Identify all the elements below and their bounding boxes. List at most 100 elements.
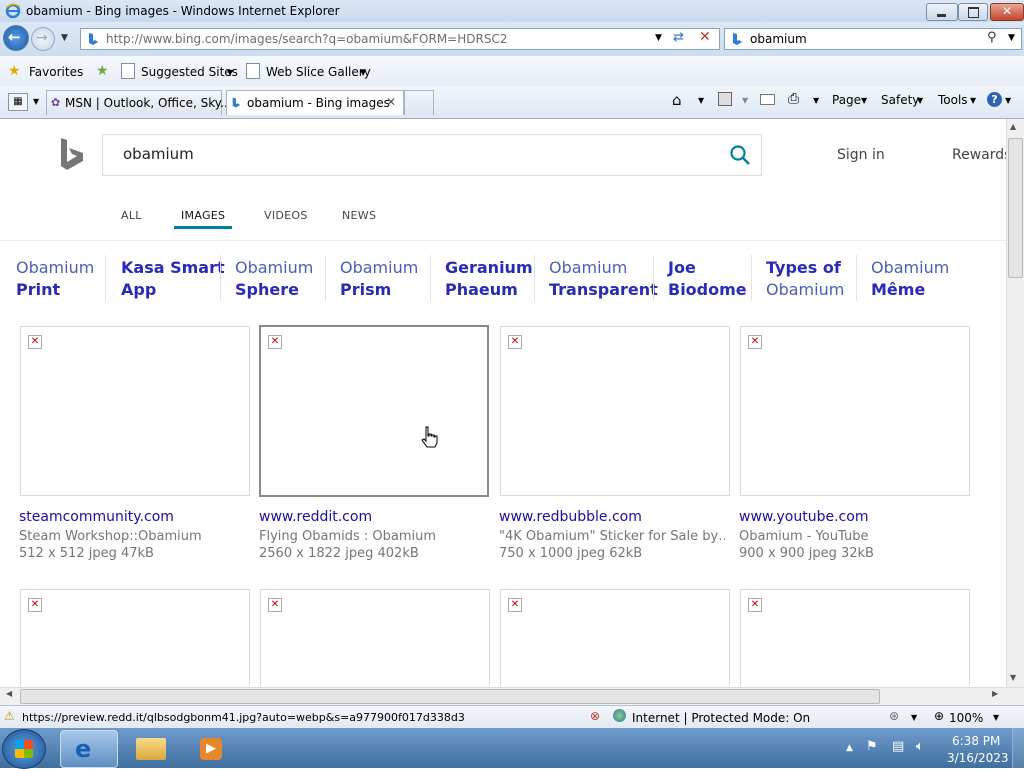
related-search-item[interactable]: Obamium Prism <box>340 257 418 301</box>
ie-logo-icon <box>5 3 21 19</box>
bing-search-box[interactable]: obamium <box>102 134 762 176</box>
nav-images[interactable]: IMAGES <box>181 209 225 222</box>
print-icon[interactable]: ⎙ <box>788 91 799 107</box>
result-title[interactable]: Flying Obamids : Obamium <box>259 529 489 544</box>
zoom-level-dropdown-icon[interactable]: ▼ <box>993 713 999 722</box>
related-search-item[interactable]: Obamium Sphere <box>235 257 313 301</box>
scroll-up-icon[interactable]: ▲ <box>1010 122 1016 131</box>
start-button[interactable] <box>2 729 46 769</box>
back-button[interactable]: ← <box>3 25 29 51</box>
close-button[interactable]: ✕ <box>990 3 1024 21</box>
volume-icon[interactable]: 🔈︎ <box>916 739 924 754</box>
refresh-icon[interactable]: ⇄ <box>673 30 684 45</box>
result-site[interactable]: www.reddit.com <box>259 509 372 525</box>
horizontal-scroll-thumb[interactable] <box>20 689 880 704</box>
taskbar-media-player-button[interactable]: ▶ <box>184 730 240 766</box>
search-box[interactable]: obamium ⚲ ▼ <box>724 28 1022 50</box>
tab-msn[interactable]: ✿ MSN | Outlook, Office, Sky... <box>46 90 232 115</box>
address-bar[interactable]: http://www.bing.com/images/search?q=obam… <box>80 28 720 50</box>
zoom-level[interactable]: 100% <box>949 711 983 725</box>
web-slice-dropdown-icon[interactable]: ▼ <box>360 68 366 77</box>
recent-pages-dropdown-icon[interactable]: ▼ <box>61 33 68 43</box>
page-menu[interactable]: Page <box>832 93 861 107</box>
taskbar-explorer-button[interactable] <box>124 730 180 766</box>
scroll-left-icon[interactable]: ◀ <box>6 689 12 698</box>
favorites-button[interactable]: Favorites <box>29 65 83 79</box>
related-search-item[interactable]: Joe Biodome <box>668 257 747 301</box>
image-thumbnail[interactable]: ✕ <box>259 325 489 497</box>
safety-dropdown-icon[interactable]: ▼ <box>917 96 923 105</box>
related-line-1: Geranium <box>445 258 533 277</box>
action-center-flag-icon[interactable]: ⚑ <box>866 739 878 754</box>
maximize-button[interactable] <box>958 3 988 21</box>
quick-tabs-icon[interactable]: ▦ <box>8 93 28 111</box>
tab-list-dropdown-icon[interactable]: ▼ <box>33 97 39 106</box>
related-search-item[interactable]: Kasa Smart App <box>121 257 225 301</box>
search-icon[interactable] <box>729 144 751 166</box>
image-thumbnail[interactable]: ✕ <box>740 326 970 496</box>
feeds-icon[interactable] <box>718 92 732 106</box>
home-dropdown-icon[interactable]: ▼ <box>698 96 704 105</box>
image-thumbnail[interactable]: ✕ <box>260 589 490 686</box>
zoom-dropdown-icon[interactable]: ▼ <box>911 713 917 722</box>
safety-menu[interactable]: Safety <box>881 93 919 107</box>
related-search-item[interactable]: Geranium Phaeum <box>445 257 533 301</box>
home-icon[interactable]: ⌂ <box>672 91 682 109</box>
image-thumbnail[interactable]: ✕ <box>500 326 730 496</box>
result-site[interactable]: www.youtube.com <box>739 509 868 525</box>
network-icon[interactable]: ▤ <box>892 739 904 754</box>
rewards-link[interactable]: Rewards <box>952 147 1011 163</box>
page-dropdown-icon[interactable]: ▼ <box>861 96 867 105</box>
search-options-dropdown-icon[interactable]: ▼ <box>1008 33 1015 43</box>
protected-mode-icon[interactable]: ⊛ <box>889 709 899 723</box>
taskbar-ie-button[interactable]: e <box>60 730 118 768</box>
related-line-1: Obamium <box>235 258 314 277</box>
close-tab-icon[interactable]: ✕ <box>386 95 396 109</box>
new-tab-button[interactable] <box>404 90 434 115</box>
tab-bing-images[interactable]: obamium - Bing images ✕ <box>226 90 404 115</box>
minimize-button[interactable] <box>926 3 958 21</box>
stop-icon[interactable]: ✕ <box>699 29 711 45</box>
related-search-item[interactable]: Obamium Même <box>871 257 949 301</box>
image-thumbnail[interactable]: ✕ <box>20 589 250 686</box>
related-search-item[interactable]: Obamium Print <box>16 257 94 301</box>
result-site[interactable]: www.redbubble.com <box>499 509 642 525</box>
tools-dropdown-icon[interactable]: ▼ <box>970 96 976 105</box>
related-line-1: Types of <box>766 258 841 277</box>
feeds-dropdown-icon[interactable]: ▼ <box>742 96 748 105</box>
image-thumbnail[interactable]: ✕ <box>500 589 730 686</box>
result-site[interactable]: steamcommunity.com <box>19 509 174 525</box>
scroll-right-icon[interactable]: ▶ <box>992 689 998 698</box>
add-favorites-icon[interactable]: ★ <box>96 63 109 79</box>
read-mail-icon[interactable] <box>760 94 775 105</box>
image-thumbnail[interactable]: ✕ <box>20 326 250 496</box>
clock-date[interactable]: 3/16/2023 <box>947 751 1009 765</box>
result-title[interactable]: "4K Obamium" Sticker for Sale by… <box>499 529 725 544</box>
result-title[interactable]: Steam Workshop::Obamium <box>19 529 249 544</box>
suggested-sites-dropdown-icon[interactable]: ▼ <box>227 68 233 77</box>
web-slice-gallery-link[interactable]: Web Slice Gallery <box>266 65 371 79</box>
nav-videos[interactable]: VIDEOS <box>264 209 308 222</box>
broken-image-icon: ✕ <box>268 598 282 612</box>
suggested-sites-link[interactable]: Suggested Sites <box>141 65 238 79</box>
image-thumbnail[interactable]: ✕ <box>740 589 970 686</box>
address-dropdown-icon[interactable]: ▼ <box>655 33 662 43</box>
clock-time[interactable]: 6:38 PM <box>952 734 1000 748</box>
vertical-scroll-thumb[interactable] <box>1008 138 1023 278</box>
show-hidden-icons-icon[interactable]: ▲ <box>846 743 853 753</box>
nav-news[interactable]: NEWS <box>342 209 376 222</box>
search-icon[interactable]: ⚲ <box>987 30 997 45</box>
show-desktop-button[interactable] <box>1012 728 1024 768</box>
help-icon[interactable]: ? <box>987 92 1002 107</box>
bing-logo-icon[interactable] <box>58 136 86 172</box>
tools-menu[interactable]: Tools <box>938 93 968 107</box>
related-search-item[interactable]: Obamium Transparent <box>549 257 658 301</box>
result-title[interactable]: Obamium - YouTube <box>739 529 969 544</box>
scroll-down-icon[interactable]: ▼ <box>1010 673 1016 682</box>
nav-all[interactable]: ALL <box>121 209 142 222</box>
print-dropdown-icon[interactable]: ▼ <box>813 96 819 105</box>
forward-button[interactable]: → <box>31 27 55 51</box>
related-search-item[interactable]: Types of Obamium <box>766 257 844 301</box>
sign-in-link[interactable]: Sign in <box>837 147 885 163</box>
help-dropdown-icon[interactable]: ▼ <box>1005 96 1011 105</box>
